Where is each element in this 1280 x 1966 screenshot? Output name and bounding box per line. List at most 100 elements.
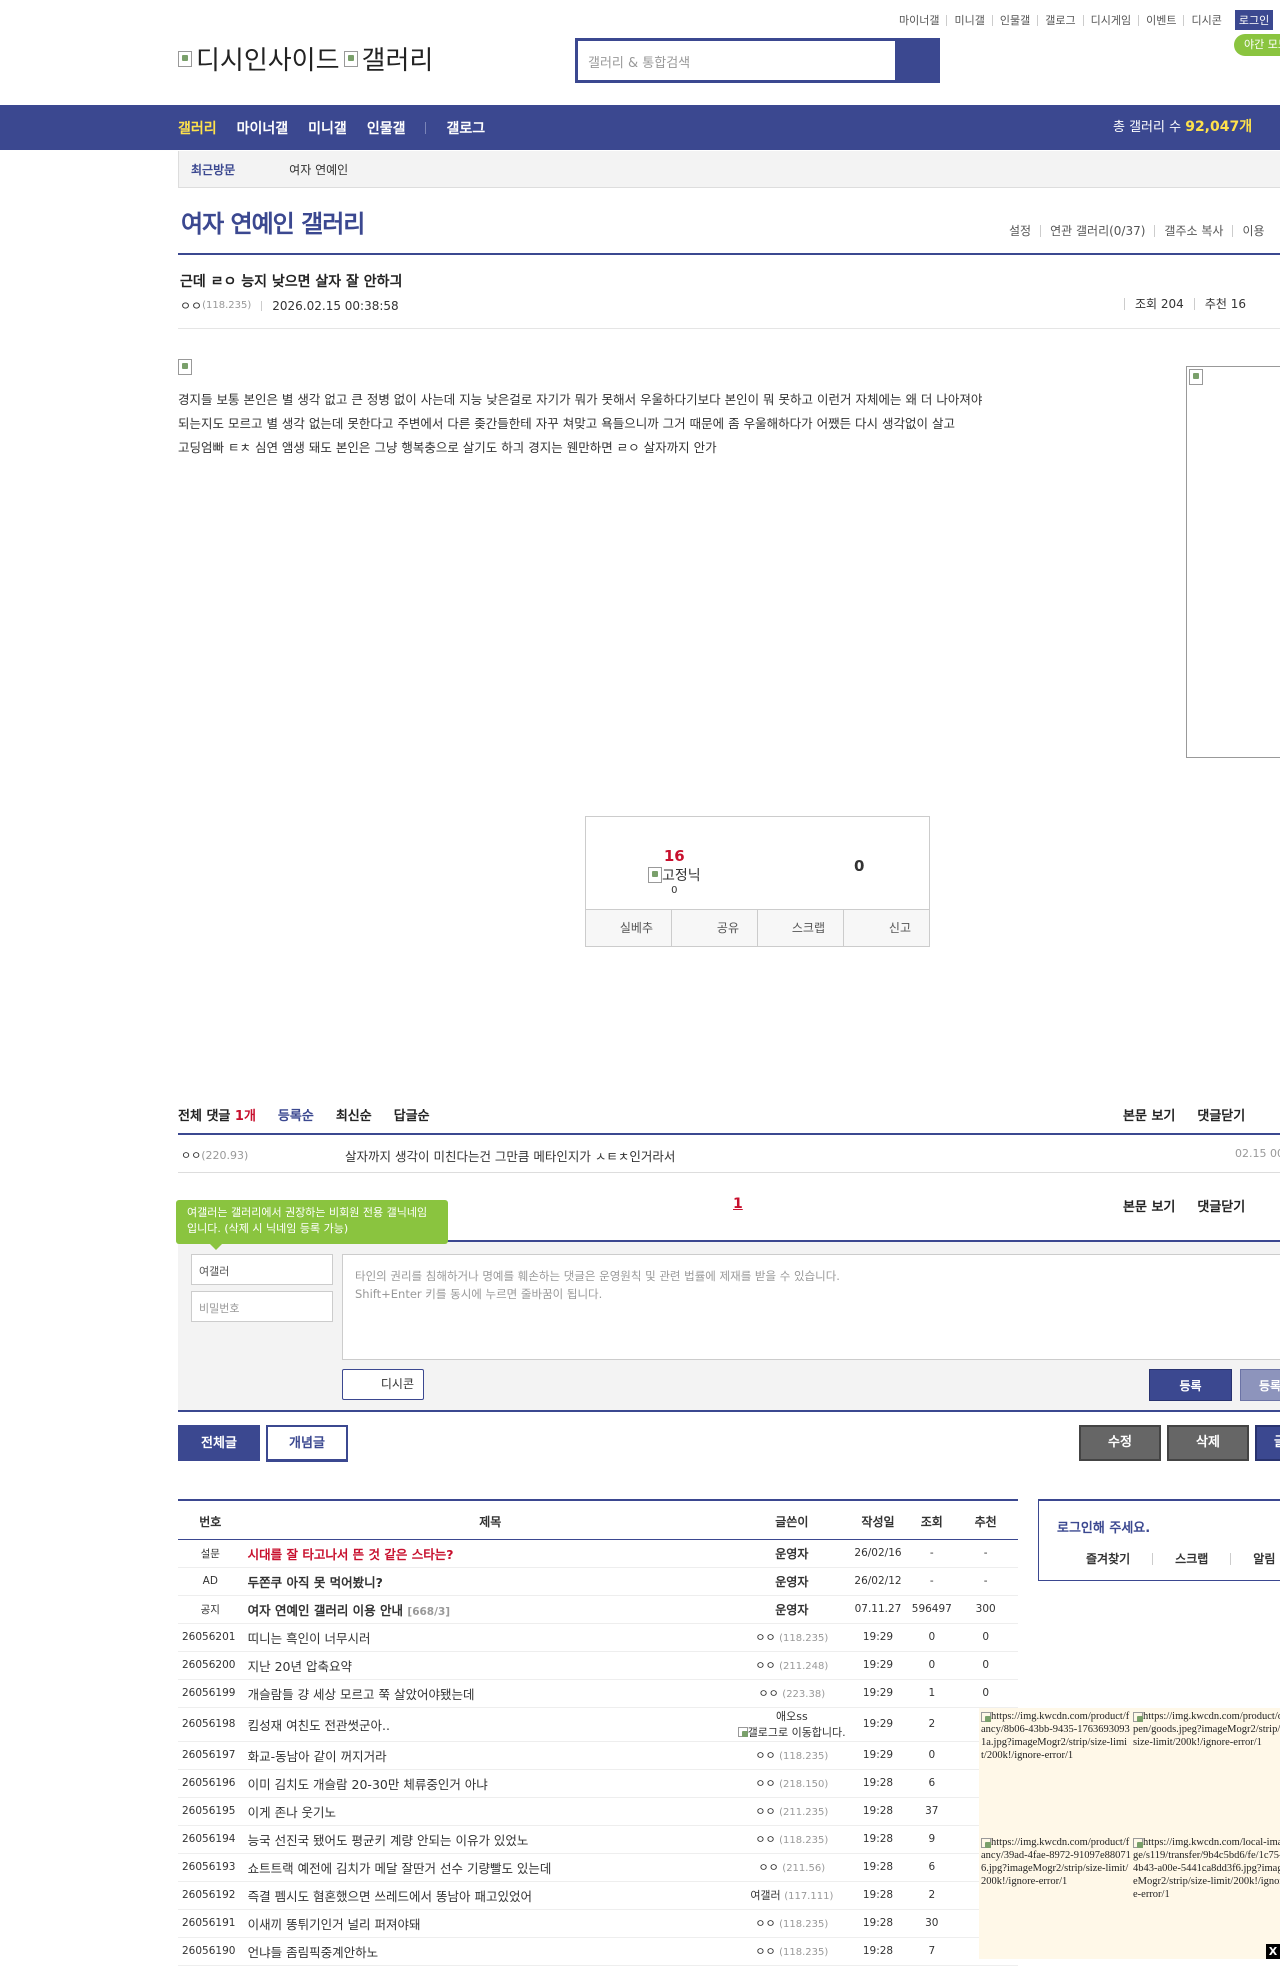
post-row[interactable]: 26056193 쇼트트랙 예전에 김치가 메달 잘딴거 선수 기량빨도 있는데 ㅇ… (178, 1853, 1018, 1882)
post-row[interactable]: 26056196 이미 김치도 개슬람 20-30만 체류중인거 아냐 ㅇㅇ (21… (178, 1769, 1018, 1798)
recent-visit-title[interactable]: 최근방문 (191, 161, 235, 178)
post-row[interactable]: 공지 여자 연예인 갤러리 이용 안내 [668/3] 운영자 07.11.27 596… (178, 1595, 1018, 1624)
post-title-link[interactable]: 시대를 잘 타고나서 뜬 것 같은 스타는? (248, 1547, 454, 1562)
post-writer[interactable]: ㅇㅇ (759, 1687, 779, 1700)
post-writer[interactable]: ㅇㅇ (755, 1749, 775, 1762)
recommend-up-button[interactable]: 16 고정닉 0 (648, 847, 701, 896)
post-title-cell[interactable]: 지난 20년 압축요약 (242, 1651, 738, 1680)
side-ad-image[interactable] (1186, 366, 1280, 758)
post-writer[interactable]: ㅇㅇ (759, 1861, 779, 1874)
submit-button[interactable]: 등록 (1149, 1369, 1232, 1401)
scrap-list-button[interactable]: 스크랩 (1152, 1553, 1230, 1565)
post-title-link[interactable]: 쇼트트랙 예전에 김치가 메달 잘딴거 선수 기량빨도 있는데 (248, 1861, 552, 1876)
post-writer[interactable]: ㅇㅇ (755, 1659, 775, 1672)
post-writer[interactable]: ㅇㅇ (755, 1833, 775, 1846)
post-writer[interactable]: 운영자 (775, 1547, 808, 1561)
post-writer[interactable]: ㅇㅇ (755, 1631, 775, 1644)
password-field[interactable]: 비밀번호 (191, 1291, 333, 1322)
search-input[interactable]: 갤러리 & 통합검색 (578, 41, 895, 80)
comment-author[interactable]: ㅇㅇ(220.93) (181, 1147, 248, 1163)
post-title-cell[interactable]: 화교-동남아 같이 꺼지거라 (242, 1741, 738, 1770)
night-mode-toggle[interactable]: 야간 모드 (1234, 34, 1280, 56)
top-link-game[interactable]: 디시게임 (1082, 14, 1138, 26)
post-title-cell[interactable]: 이새끼 똥튀기인거 널리 퍼져야돼 (242, 1909, 738, 1938)
post-title-link[interactable]: 즉결 펨시도 혐혼했으면 쓰레드에서 똥남아 패고있었어 (248, 1889, 532, 1904)
top-link-minor[interactable]: 마이너갤 (892, 15, 946, 26)
sort-registered[interactable]: 등록순 (278, 1105, 314, 1124)
view-body-link[interactable]: 본문 보기 (1123, 1196, 1175, 1215)
post-title-link[interactable]: 두쫀쿠 아직 못 먹어봤니? (248, 1575, 383, 1590)
login-button[interactable]: 로그인 (1234, 10, 1274, 30)
edit-button[interactable]: 수정 (1079, 1425, 1161, 1461)
post-title-cell[interactable]: 여자 연예인 갤러리 이용 안내 [668/3] (242, 1595, 738, 1624)
ad-image-alt[interactable]: https://img.kwcdn.com/product/fancy/39ad… (981, 1836, 1131, 1888)
post-title-cell[interactable]: 띠니는 흑인이 너무시러 (242, 1623, 738, 1652)
top-link-person[interactable]: 인물갤 (991, 14, 1037, 26)
post-writer[interactable]: 여갤러 (750, 1889, 780, 1902)
ad-image-alt[interactable]: https://img.kwcdn.com/local-image/s119/t… (1133, 1836, 1280, 1901)
nav-mini-gallery[interactable]: 미니갤 (308, 118, 347, 138)
search-button[interactable] (895, 41, 937, 80)
post-row[interactable]: 26056201 띠니는 흑인이 너무시러 ㅇㅇ (118.235) 19:29 0 0 (178, 1623, 1018, 1652)
post-writer[interactable]: 애오ss (738, 1708, 846, 1724)
nav-gallog[interactable]: 갤로그 (446, 118, 485, 138)
post-title-cell[interactable]: 개슬람들 걍 세상 모르고 쭉 살았어야됐는데 (242, 1679, 738, 1708)
top-link-event[interactable]: 이벤트 (1138, 14, 1183, 26)
post-row[interactable]: 26056194 능국 선진국 됐어도 평균키 계량 안되는 이유가 있었노 ㅇㅇ … (178, 1825, 1018, 1854)
post-title-link[interactable]: 지난 20년 압축요약 (248, 1659, 352, 1674)
write-button[interactable]: 글 (1255, 1425, 1280, 1461)
post-writer[interactable]: ㅇㅇ (755, 1777, 775, 1790)
post-row[interactable]: 26056195 이게 존나 웃기노 ㅇㅇ (211.235) 19:28 37 (178, 1797, 1018, 1826)
gallery-title[interactable]: 여자 연예인 갤러리 (181, 204, 365, 239)
recommend-down-button[interactable]: 0 (854, 857, 864, 875)
post-title-link[interactable]: 능국 선진국 됐어도 평균키 계량 안되는 이유가 있었노 (248, 1833, 529, 1848)
ad-overlay[interactable]: https://img.kwcdn.com/product/fancy/8b06… (979, 1708, 1280, 1959)
ad-image-alt[interactable]: https://img.kwcdn.com/product/open/goods… (1133, 1710, 1280, 1749)
best-posts-button[interactable]: 개념글 (266, 1425, 348, 1461)
post-title-link[interactable]: 이게 존나 웃기노 (248, 1805, 336, 1820)
post-title-cell[interactable]: 이게 존나 웃기노 (242, 1797, 738, 1826)
comment-page-1[interactable]: 1 (733, 1196, 743, 1212)
gallog-link[interactable]: 갤로그로 이동합니다. (748, 1724, 846, 1740)
post-title-cell[interactable]: 두쫀쿠 아직 못 먹어봤니? (242, 1567, 738, 1596)
nav-person-gallery[interactable]: 인물갤 (367, 118, 406, 138)
reply-count[interactable]: [668/3] (407, 1606, 450, 1618)
post-title-cell[interactable]: 시대를 잘 타고나서 뜬 것 같은 스타는? (242, 1539, 738, 1568)
delete-button[interactable]: 삭제 (1167, 1425, 1249, 1461)
post-title-link[interactable]: 이새끼 똥튀기인거 널리 퍼져야돼 (248, 1917, 421, 1932)
favorites-button[interactable]: 즐겨찾기 (1039, 1553, 1152, 1565)
related-gallery-link[interactable]: 연관 갤러리(0/37) (1040, 225, 1154, 237)
post-title-link[interactable]: 개슬람들 걍 세상 모르고 쭉 살았어야됐는데 (248, 1687, 475, 1702)
dccon-button[interactable]: 디시콘 (342, 1369, 424, 1400)
post-author[interactable]: ㅇㅇ (180, 297, 202, 314)
post-writer[interactable]: ㅇㅇ (755, 1917, 775, 1930)
post-title-link[interactable]: 이미 김치도 개슬람 20-30만 체류중인거 아냐 (248, 1777, 488, 1792)
post-title-link[interactable]: 띠니는 흑인이 너무시러 (248, 1631, 371, 1646)
nav-gallery[interactable]: 갤러리 (178, 118, 217, 138)
scrap-button[interactable]: 스크랩 (757, 910, 843, 946)
best-recommend-button[interactable]: 실베추 (586, 910, 671, 946)
post-title-link[interactable]: 여자 연예인 갤러리 이용 안내 (248, 1603, 403, 1618)
post-title-link[interactable]: 언냐들 좀림픽중계안하노 (248, 1945, 378, 1960)
usage-link[interactable]: 이용 (1232, 225, 1273, 237)
post-writer[interactable]: 운영자 (775, 1575, 808, 1589)
post-row[interactable]: 26056191 이새끼 똥튀기인거 널리 퍼져야돼 ㅇㅇ (118.235) 19:… (178, 1909, 1018, 1938)
view-body-link[interactable]: 본문 보기 (1123, 1105, 1175, 1124)
post-title-cell[interactable]: 즉결 펨시도 혐혼했으면 쓰레드에서 똥남아 패고있었어 (242, 1881, 738, 1910)
post-row[interactable]: 설문 시대를 잘 타고나서 뜬 것 같은 스타는? 운영자 26/02/16- - (178, 1539, 1018, 1568)
post-writer[interactable]: ㅇㅇ (755, 1805, 775, 1818)
top-link-mini[interactable]: 미니갤 (946, 14, 991, 26)
share-button[interactable]: 공유 (671, 910, 757, 946)
post-row[interactable]: AD 두쫀쿠 아직 못 먹어봤니? 운영자 26/02/12- - (178, 1567, 1018, 1596)
ad-close-button[interactable]: X (1266, 1944, 1280, 1959)
post-title-cell[interactable]: 이미 김치도 개슬람 20-30만 체류중인거 아냐 (242, 1769, 738, 1798)
all-posts-button[interactable]: 전체글 (178, 1425, 260, 1461)
recent-visit-item[interactable]: 여자 연예인 (289, 161, 348, 178)
nav-minor-gallery[interactable]: 마이너갤 (237, 118, 289, 138)
gallery-settings-link[interactable]: 설정 (1000, 225, 1040, 237)
post-row[interactable]: 26056200 지난 20년 압축요약 ㅇㅇ (211.248) 19:29 0 0 (178, 1651, 1018, 1680)
top-link-dccon[interactable]: 디시콘 (1183, 14, 1228, 26)
post-row[interactable]: 26056199 개슬람들 걍 세상 모르고 쭉 살았어야됐는데 ㅇㅇ (223.3… (178, 1679, 1018, 1708)
post-writer[interactable]: ㅇㅇ (755, 1945, 775, 1958)
close-comments-link[interactable]: 댓글닫기 (1197, 1196, 1245, 1215)
